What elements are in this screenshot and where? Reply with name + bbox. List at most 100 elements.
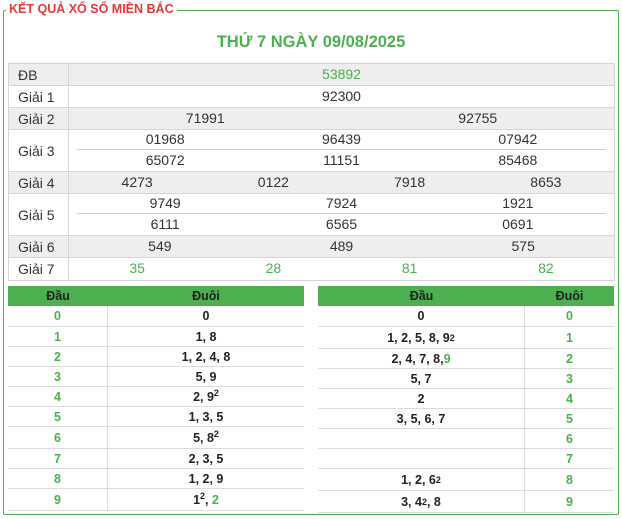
- row-g6: Giải 6 549 489 575: [9, 236, 614, 258]
- dau-cell: 2: [8, 347, 108, 366]
- duoi-cell: 6: [566, 431, 573, 446]
- prize-number: 92300: [322, 88, 361, 104]
- dau-cell: [318, 449, 525, 468]
- table-row: 00: [318, 306, 614, 327]
- table-row: 8 1, 2, 9: [8, 469, 304, 489]
- frame-legend: KẾT QUẢ XỔ SỐ MIỀN BẮC: [6, 1, 177, 17]
- row-g5: Giải 5 9749 7924 1921 6111 6565 0691: [9, 194, 614, 236]
- duoi-cell: 3: [566, 371, 573, 386]
- prize-number: 575: [511, 238, 535, 254]
- table-row: 4 2, 92: [8, 387, 304, 407]
- prize-number: 01968: [145, 131, 185, 147]
- dau-cell: 5: [8, 407, 108, 426]
- row-g7: Giải 7 35 28 81 82: [9, 258, 614, 280]
- table-row: 5, 7 3: [318, 369, 614, 389]
- prize-number: 35: [129, 260, 145, 276]
- page-title: THỨ 7 NGÀY 09/08/2025: [216, 33, 406, 51]
- table-row: 9 12, 2: [8, 489, 304, 511]
- dau-cell: 3: [8, 367, 108, 386]
- prize-number: 11151: [323, 152, 360, 168]
- dau-cell: [318, 429, 525, 448]
- duoi-cell: 5, 82: [193, 428, 219, 445]
- duoi-cell: 12, 2: [193, 490, 219, 507]
- table-row: 6 5, 82: [8, 427, 304, 449]
- results-table: ĐB 53892 Giải 1 92300 Giải 2 71991 92755…: [8, 63, 615, 281]
- dau-cell: 1, 2, 5, 8, 92: [318, 327, 525, 348]
- col-header-duoi: Đuôi: [555, 289, 584, 303]
- table-row: 1 1, 8: [8, 327, 304, 347]
- prize-number: 0122: [257, 174, 289, 190]
- duoi-cell: 7: [566, 451, 573, 466]
- duoi-cell: 2, 92: [193, 387, 219, 404]
- dau-cell: 4: [8, 387, 108, 406]
- duoi-cell: 5, 9: [195, 369, 217, 384]
- dau-cell: 0: [8, 306, 108, 326]
- dau-cell: 3, 5, 6, 7: [318, 409, 525, 428]
- row-label: Giải 3: [9, 130, 69, 171]
- duoi-cell: 2: [566, 351, 573, 366]
- row-label: Giải 7: [9, 258, 69, 280]
- row-label: Giải 4: [9, 172, 69, 193]
- table-row: 1, 2, 5, 8, 92 1: [318, 327, 614, 349]
- dau-cell: 6: [8, 427, 108, 448]
- prize-number: 9749: [149, 195, 181, 211]
- table-row: 7 2, 3, 5: [8, 449, 304, 469]
- duoi-cell: 0: [566, 309, 573, 323]
- dau-cell: 3, 42, 8: [318, 491, 525, 512]
- duoi-cell: 4: [566, 391, 573, 406]
- dau-cell: 0: [318, 306, 525, 326]
- duoi-cell: 0: [202, 309, 210, 323]
- duoi-cell: 1, 2, 4, 8: [181, 349, 231, 364]
- dau-cell: 2: [318, 389, 525, 408]
- table-row: 24: [318, 389, 614, 409]
- prize-number: 6565: [325, 216, 358, 232]
- duoi-cell: 1: [566, 330, 573, 345]
- row-label: Giải 5: [9, 194, 69, 235]
- col-header-duoi: Đuôi: [192, 289, 220, 303]
- row-label: Giải 2: [9, 108, 69, 129]
- table-row: 3, 5, 6, 7 5: [318, 409, 614, 429]
- prize-db-number: 53892: [322, 66, 361, 82]
- table-row: 6: [318, 429, 614, 449]
- table-row: 3, 42, 8 9: [318, 491, 614, 513]
- prize-number: 28: [265, 260, 282, 276]
- table-row: 1, 2, 62 8: [318, 469, 614, 491]
- prize-number: 6111: [150, 216, 180, 232]
- dau-cell: 7: [8, 449, 108, 468]
- prize-number: 96439: [322, 131, 361, 147]
- row-g2: Giải 2 71991 92755: [9, 108, 614, 130]
- dau-cell: 2, 4, 7, 8, 9: [318, 349, 525, 368]
- prize-number: 82: [538, 260, 554, 276]
- row-label: Giải 1: [9, 86, 69, 107]
- table-row: 3 5, 9: [8, 367, 304, 387]
- row-g1: Giải 1 92300: [9, 86, 614, 108]
- prize-number: 92755: [458, 110, 498, 126]
- duoi-cell: 1, 2, 9: [188, 471, 224, 486]
- prize-number: 0691: [502, 216, 534, 232]
- prize-number: 71991: [185, 110, 225, 126]
- prize-number: 07942: [498, 131, 538, 147]
- table-row: 2 1, 2, 4, 8: [8, 347, 304, 367]
- prize-number: 8653: [530, 174, 562, 190]
- row-label: Giải 6: [9, 236, 69, 257]
- col-header-dau: Đầu: [46, 289, 70, 303]
- duoi-cell: 5: [566, 411, 573, 426]
- duoi-table: Đầu Đuôi 0 0 1, 2, 5, 8, 9 2 1 2, 4, 7, 8, 92…: [318, 286, 614, 513]
- col-header-dau: Đầu: [409, 289, 434, 303]
- dau-cell: 9: [8, 489, 108, 510]
- row-db: ĐB 53892: [9, 64, 614, 86]
- dau-cell: 5, 7: [318, 369, 525, 388]
- prize-number: 4273: [121, 174, 153, 190]
- duoi-cell: 9: [566, 494, 573, 509]
- duoi-cell: 1, 3, 5: [188, 409, 224, 424]
- prize-number: 85468: [498, 152, 538, 168]
- prize-number: 65072: [145, 152, 185, 168]
- duoi-cell: 2, 3, 5: [188, 451, 224, 466]
- duoi-cell: 8: [566, 472, 573, 487]
- dau-cell: 1: [8, 327, 108, 346]
- prize-number: 549: [148, 238, 172, 254]
- dau-table: Đầu Đuôi 0 0 1 1, 8 2 1, 2, 4, 8 3 5, 9 4 2, 92 5 1…: [8, 286, 304, 511]
- prize-number: 1921: [502, 195, 534, 211]
- row-g3: Giải 3 01968 96439 07942 65072 11151 854…: [9, 130, 614, 172]
- dau-cell: 8: [8, 469, 108, 488]
